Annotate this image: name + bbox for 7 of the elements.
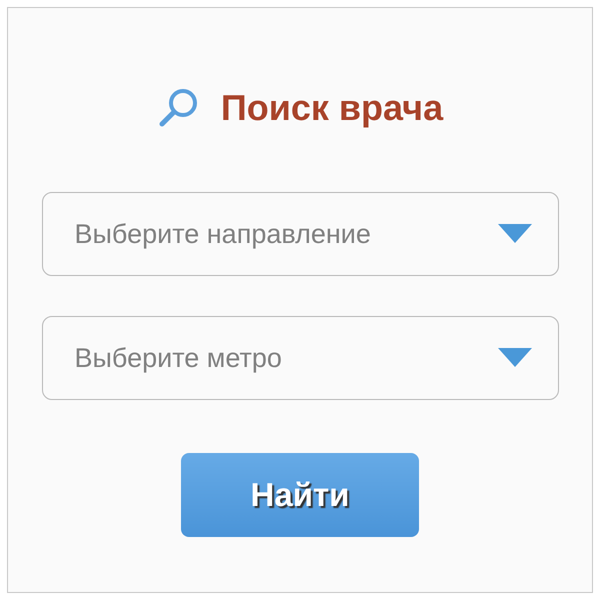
dropdown-arrow-icon xyxy=(498,348,532,368)
dropdown-arrow-icon xyxy=(498,224,532,244)
page-title: Поиск врача xyxy=(220,86,444,130)
select-field[interactable]: Выберите направление xyxy=(42,192,558,276)
search-button[interactable]: Найти xyxy=(181,453,419,537)
search-icon xyxy=(156,87,199,129)
select-field[interactable]: Выберите метро xyxy=(42,316,558,400)
